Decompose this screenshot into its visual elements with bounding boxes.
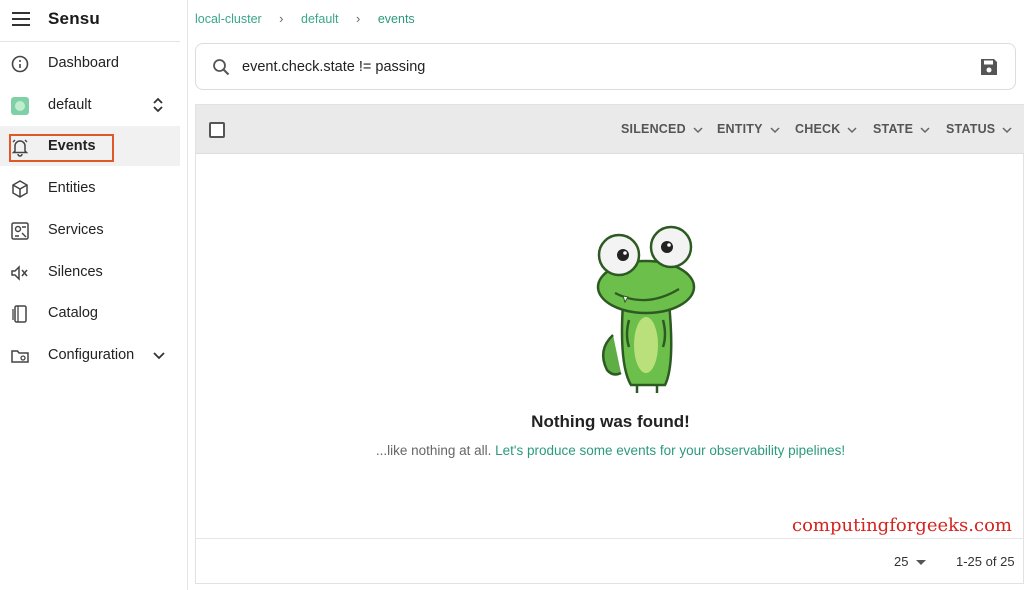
breadcrumb: local-cluster › default › events bbox=[195, 11, 415, 26]
column-label: SILENCED bbox=[621, 122, 686, 136]
table-header: SILENCED ENTITY CHECK STATE STATUS bbox=[196, 105, 1024, 154]
sidebar-item-label: Dashboard bbox=[48, 55, 119, 71]
search-bar bbox=[195, 43, 1016, 90]
namespace-label: default bbox=[48, 97, 92, 113]
column-state[interactable]: STATE bbox=[873, 122, 930, 136]
select-all-checkbox[interactable] bbox=[209, 122, 225, 138]
column-label: CHECK bbox=[795, 122, 841, 136]
services-icon bbox=[11, 222, 29, 240]
sidebar: Sensu Dashboard default Events Entities … bbox=[0, 0, 188, 590]
rows-per-page-value: 25 bbox=[894, 554, 909, 569]
empty-state-description: ...like nothing at all. Let's produce so… bbox=[196, 443, 1024, 458]
column-label: STATE bbox=[873, 122, 914, 136]
volume-mute-icon bbox=[11, 265, 28, 281]
watermark: computingforgeeks.com bbox=[792, 515, 1012, 536]
sidebar-item-label: Configuration bbox=[48, 347, 135, 363]
column-label: STATUS bbox=[946, 122, 996, 136]
column-entity[interactable]: ENTITY bbox=[717, 122, 780, 136]
menu-icon[interactable] bbox=[12, 12, 30, 26]
sidebar-item-dashboard[interactable]: Dashboard bbox=[0, 43, 180, 83]
dashboard-icon bbox=[11, 55, 29, 73]
pagination-range: 1-25 of 25 bbox=[956, 554, 1015, 569]
sidebar-item-silences[interactable]: Silences bbox=[0, 252, 180, 292]
breadcrumb-current: events bbox=[377, 11, 415, 26]
unfold-icon bbox=[153, 97, 163, 113]
sidebar-item-services[interactable]: Services bbox=[0, 210, 180, 250]
events-highlight-box bbox=[9, 134, 114, 162]
brand-bar: Sensu bbox=[0, 0, 180, 42]
breadcrumb-namespace[interactable]: default bbox=[301, 12, 339, 26]
chevron-down-icon bbox=[770, 127, 780, 133]
sidebar-item-label: Silences bbox=[48, 264, 103, 280]
search-icon bbox=[213, 59, 230, 76]
sidebar-item-label: Entities bbox=[48, 180, 96, 196]
empty-state-title: Nothing was found! bbox=[531, 412, 690, 431]
sidebar-item-entities[interactable]: Entities bbox=[0, 168, 180, 208]
sidebar-item-label: Catalog bbox=[48, 305, 98, 321]
column-label: ENTITY bbox=[717, 122, 763, 136]
namespace-icon bbox=[11, 97, 29, 115]
app-title: Sensu bbox=[48, 9, 101, 28]
folder-settings-icon bbox=[11, 350, 29, 363]
chevron-down-icon bbox=[693, 127, 703, 133]
namespace-switcher[interactable]: default bbox=[0, 85, 180, 125]
chevron-down-icon bbox=[153, 352, 165, 360]
events-table: SILENCED ENTITY CHECK STATE STATUS Nothi… bbox=[195, 104, 1024, 584]
breadcrumb-separator-icon: › bbox=[279, 11, 284, 27]
table-footer: 25 1-25 of 25 bbox=[196, 538, 1024, 584]
breadcrumb-cluster[interactable]: local-cluster bbox=[195, 12, 262, 26]
save-icon[interactable] bbox=[980, 58, 998, 76]
produce-events-link[interactable]: Let's produce some events for your obser… bbox=[495, 443, 845, 458]
breadcrumb-separator-icon: › bbox=[356, 11, 361, 27]
frog-mascot-illustration bbox=[596, 225, 696, 393]
dropdown-arrow-icon bbox=[916, 560, 927, 566]
sidebar-item-configuration[interactable]: Configuration bbox=[0, 335, 180, 375]
chevron-down-icon bbox=[920, 127, 930, 133]
sidebar-item-label: Services bbox=[48, 222, 104, 238]
cube-icon bbox=[12, 180, 28, 198]
sidebar-item-catalog[interactable]: Catalog bbox=[0, 293, 180, 333]
chevron-down-icon bbox=[847, 127, 857, 133]
catalog-icon bbox=[12, 305, 27, 323]
column-status[interactable]: STATUS bbox=[946, 122, 1012, 136]
chevron-down-icon bbox=[1002, 127, 1012, 133]
search-input[interactable] bbox=[242, 56, 942, 78]
column-silenced[interactable]: SILENCED bbox=[621, 122, 703, 136]
empty-state-text: ...like nothing at all. bbox=[375, 443, 492, 458]
column-check[interactable]: CHECK bbox=[795, 122, 857, 136]
rows-per-page-select[interactable]: 25 bbox=[894, 554, 927, 569]
